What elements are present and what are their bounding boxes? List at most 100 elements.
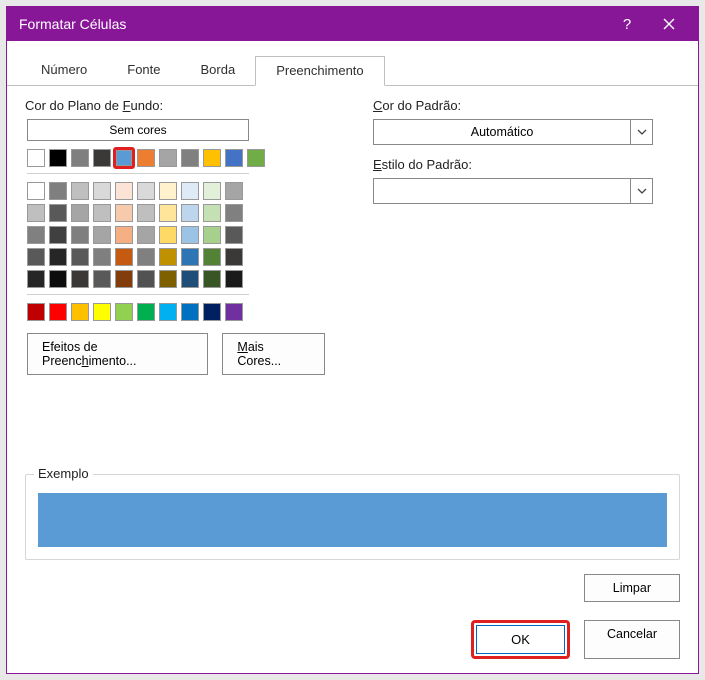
- color-swatch[interactable]: [93, 204, 111, 222]
- example-group: Exemplo: [25, 474, 680, 560]
- color-swatch[interactable]: [181, 270, 199, 288]
- color-swatch[interactable]: [49, 226, 67, 244]
- color-swatch[interactable]: [115, 226, 133, 244]
- color-swatch[interactable]: [203, 248, 221, 266]
- color-swatch[interactable]: [137, 303, 155, 321]
- color-swatch[interactable]: [27, 182, 45, 200]
- color-swatch[interactable]: [181, 149, 199, 167]
- color-swatch[interactable]: [93, 226, 111, 244]
- standard-color-row: [27, 303, 325, 321]
- color-swatch[interactable]: [27, 270, 45, 288]
- color-swatch[interactable]: [93, 270, 111, 288]
- color-swatch[interactable]: [181, 204, 199, 222]
- color-swatch[interactable]: [225, 226, 243, 244]
- color-swatch[interactable]: [27, 248, 45, 266]
- color-swatch[interactable]: [71, 149, 89, 167]
- tab-content: Cor do Plano de Fundo: Sem cores Efeitos…: [7, 86, 698, 616]
- color-swatch[interactable]: [181, 248, 199, 266]
- color-swatch[interactable]: [27, 204, 45, 222]
- help-button[interactable]: ?: [606, 7, 648, 41]
- color-swatch[interactable]: [137, 270, 155, 288]
- color-swatch[interactable]: [159, 248, 177, 266]
- pattern-color-dropdown[interactable]: Automático: [373, 119, 653, 145]
- more-colors-button[interactable]: Mais Cores...: [222, 333, 325, 375]
- color-swatch[interactable]: [71, 182, 89, 200]
- color-swatch[interactable]: [49, 303, 67, 321]
- theme-color-row: [27, 182, 325, 200]
- color-swatch[interactable]: [71, 248, 89, 266]
- color-swatch[interactable]: [27, 303, 45, 321]
- color-swatch[interactable]: [137, 149, 155, 167]
- pattern-style-dropdown[interactable]: [373, 178, 653, 204]
- color-swatch[interactable]: [49, 270, 67, 288]
- color-swatch[interactable]: [203, 270, 221, 288]
- color-swatch[interactable]: [159, 149, 177, 167]
- color-swatch[interactable]: [203, 182, 221, 200]
- color-swatch[interactable]: [247, 149, 265, 167]
- color-swatch[interactable]: [203, 149, 221, 167]
- color-swatch[interactable]: [225, 149, 243, 167]
- tab-numero[interactable]: Número: [21, 56, 107, 86]
- color-swatch[interactable]: [159, 204, 177, 222]
- color-swatch[interactable]: [225, 270, 243, 288]
- color-swatch[interactable]: [93, 149, 111, 167]
- example-preview: [38, 493, 667, 547]
- color-swatch[interactable]: [49, 149, 67, 167]
- color-swatch[interactable]: [115, 248, 133, 266]
- color-swatch[interactable]: [203, 303, 221, 321]
- fill-effects-button[interactable]: Efeitos de Preenchimento...: [27, 333, 208, 375]
- color-swatch[interactable]: [181, 182, 199, 200]
- color-swatch[interactable]: [115, 303, 133, 321]
- titlebar: Formatar Células ?: [7, 7, 698, 41]
- color-swatch[interactable]: [203, 204, 221, 222]
- dialog-buttons: OK Cancelar: [7, 616, 698, 673]
- color-swatch[interactable]: [27, 149, 45, 167]
- tab-borda[interactable]: Borda: [181, 56, 256, 86]
- tab-preenchimento[interactable]: Preenchimento: [255, 56, 384, 86]
- color-swatch[interactable]: [181, 303, 199, 321]
- format-cells-dialog: Formatar Células ? Número Fonte Borda Pr…: [6, 6, 699, 674]
- theme-color-row: [27, 248, 325, 266]
- color-swatch[interactable]: [159, 226, 177, 244]
- color-swatch-selected[interactable]: [116, 150, 132, 166]
- color-swatch[interactable]: [93, 303, 111, 321]
- color-swatch[interactable]: [71, 270, 89, 288]
- color-swatch[interactable]: [225, 204, 243, 222]
- color-swatch[interactable]: [137, 204, 155, 222]
- clear-button[interactable]: Limpar: [584, 574, 680, 602]
- close-icon: [663, 18, 675, 30]
- color-swatch[interactable]: [49, 182, 67, 200]
- color-swatch[interactable]: [71, 204, 89, 222]
- close-button[interactable]: [648, 7, 690, 41]
- color-swatch[interactable]: [225, 303, 243, 321]
- color-swatch[interactable]: [71, 303, 89, 321]
- color-swatch[interactable]: [137, 226, 155, 244]
- color-swatch[interactable]: [137, 182, 155, 200]
- color-swatch[interactable]: [115, 182, 133, 200]
- color-swatch[interactable]: [115, 204, 133, 222]
- theme-color-row: [27, 270, 325, 288]
- color-swatch[interactable]: [115, 270, 133, 288]
- ok-button[interactable]: OK: [476, 625, 565, 654]
- chevron-down-icon: [630, 179, 652, 203]
- color-swatch[interactable]: [203, 226, 221, 244]
- color-swatch[interactable]: [49, 248, 67, 266]
- color-swatch[interactable]: [159, 303, 177, 321]
- color-swatch[interactable]: [137, 248, 155, 266]
- color-swatch[interactable]: [225, 248, 243, 266]
- no-color-button[interactable]: Sem cores: [27, 119, 249, 141]
- color-swatch[interactable]: [181, 226, 199, 244]
- color-swatch[interactable]: [225, 182, 243, 200]
- color-swatch[interactable]: [159, 270, 177, 288]
- pattern-style-label: Estilo do Padrão:: [373, 157, 680, 172]
- color-swatch[interactable]: [49, 204, 67, 222]
- tab-fonte[interactable]: Fonte: [107, 56, 180, 86]
- color-swatch[interactable]: [93, 248, 111, 266]
- cancel-button[interactable]: Cancelar: [584, 620, 680, 659]
- color-swatch[interactable]: [159, 182, 177, 200]
- ok-highlight-ring: OK: [471, 620, 570, 659]
- color-swatch[interactable]: [27, 226, 45, 244]
- color-swatch[interactable]: [71, 226, 89, 244]
- color-swatch[interactable]: [93, 182, 111, 200]
- pattern-color-value: Automático: [374, 120, 630, 144]
